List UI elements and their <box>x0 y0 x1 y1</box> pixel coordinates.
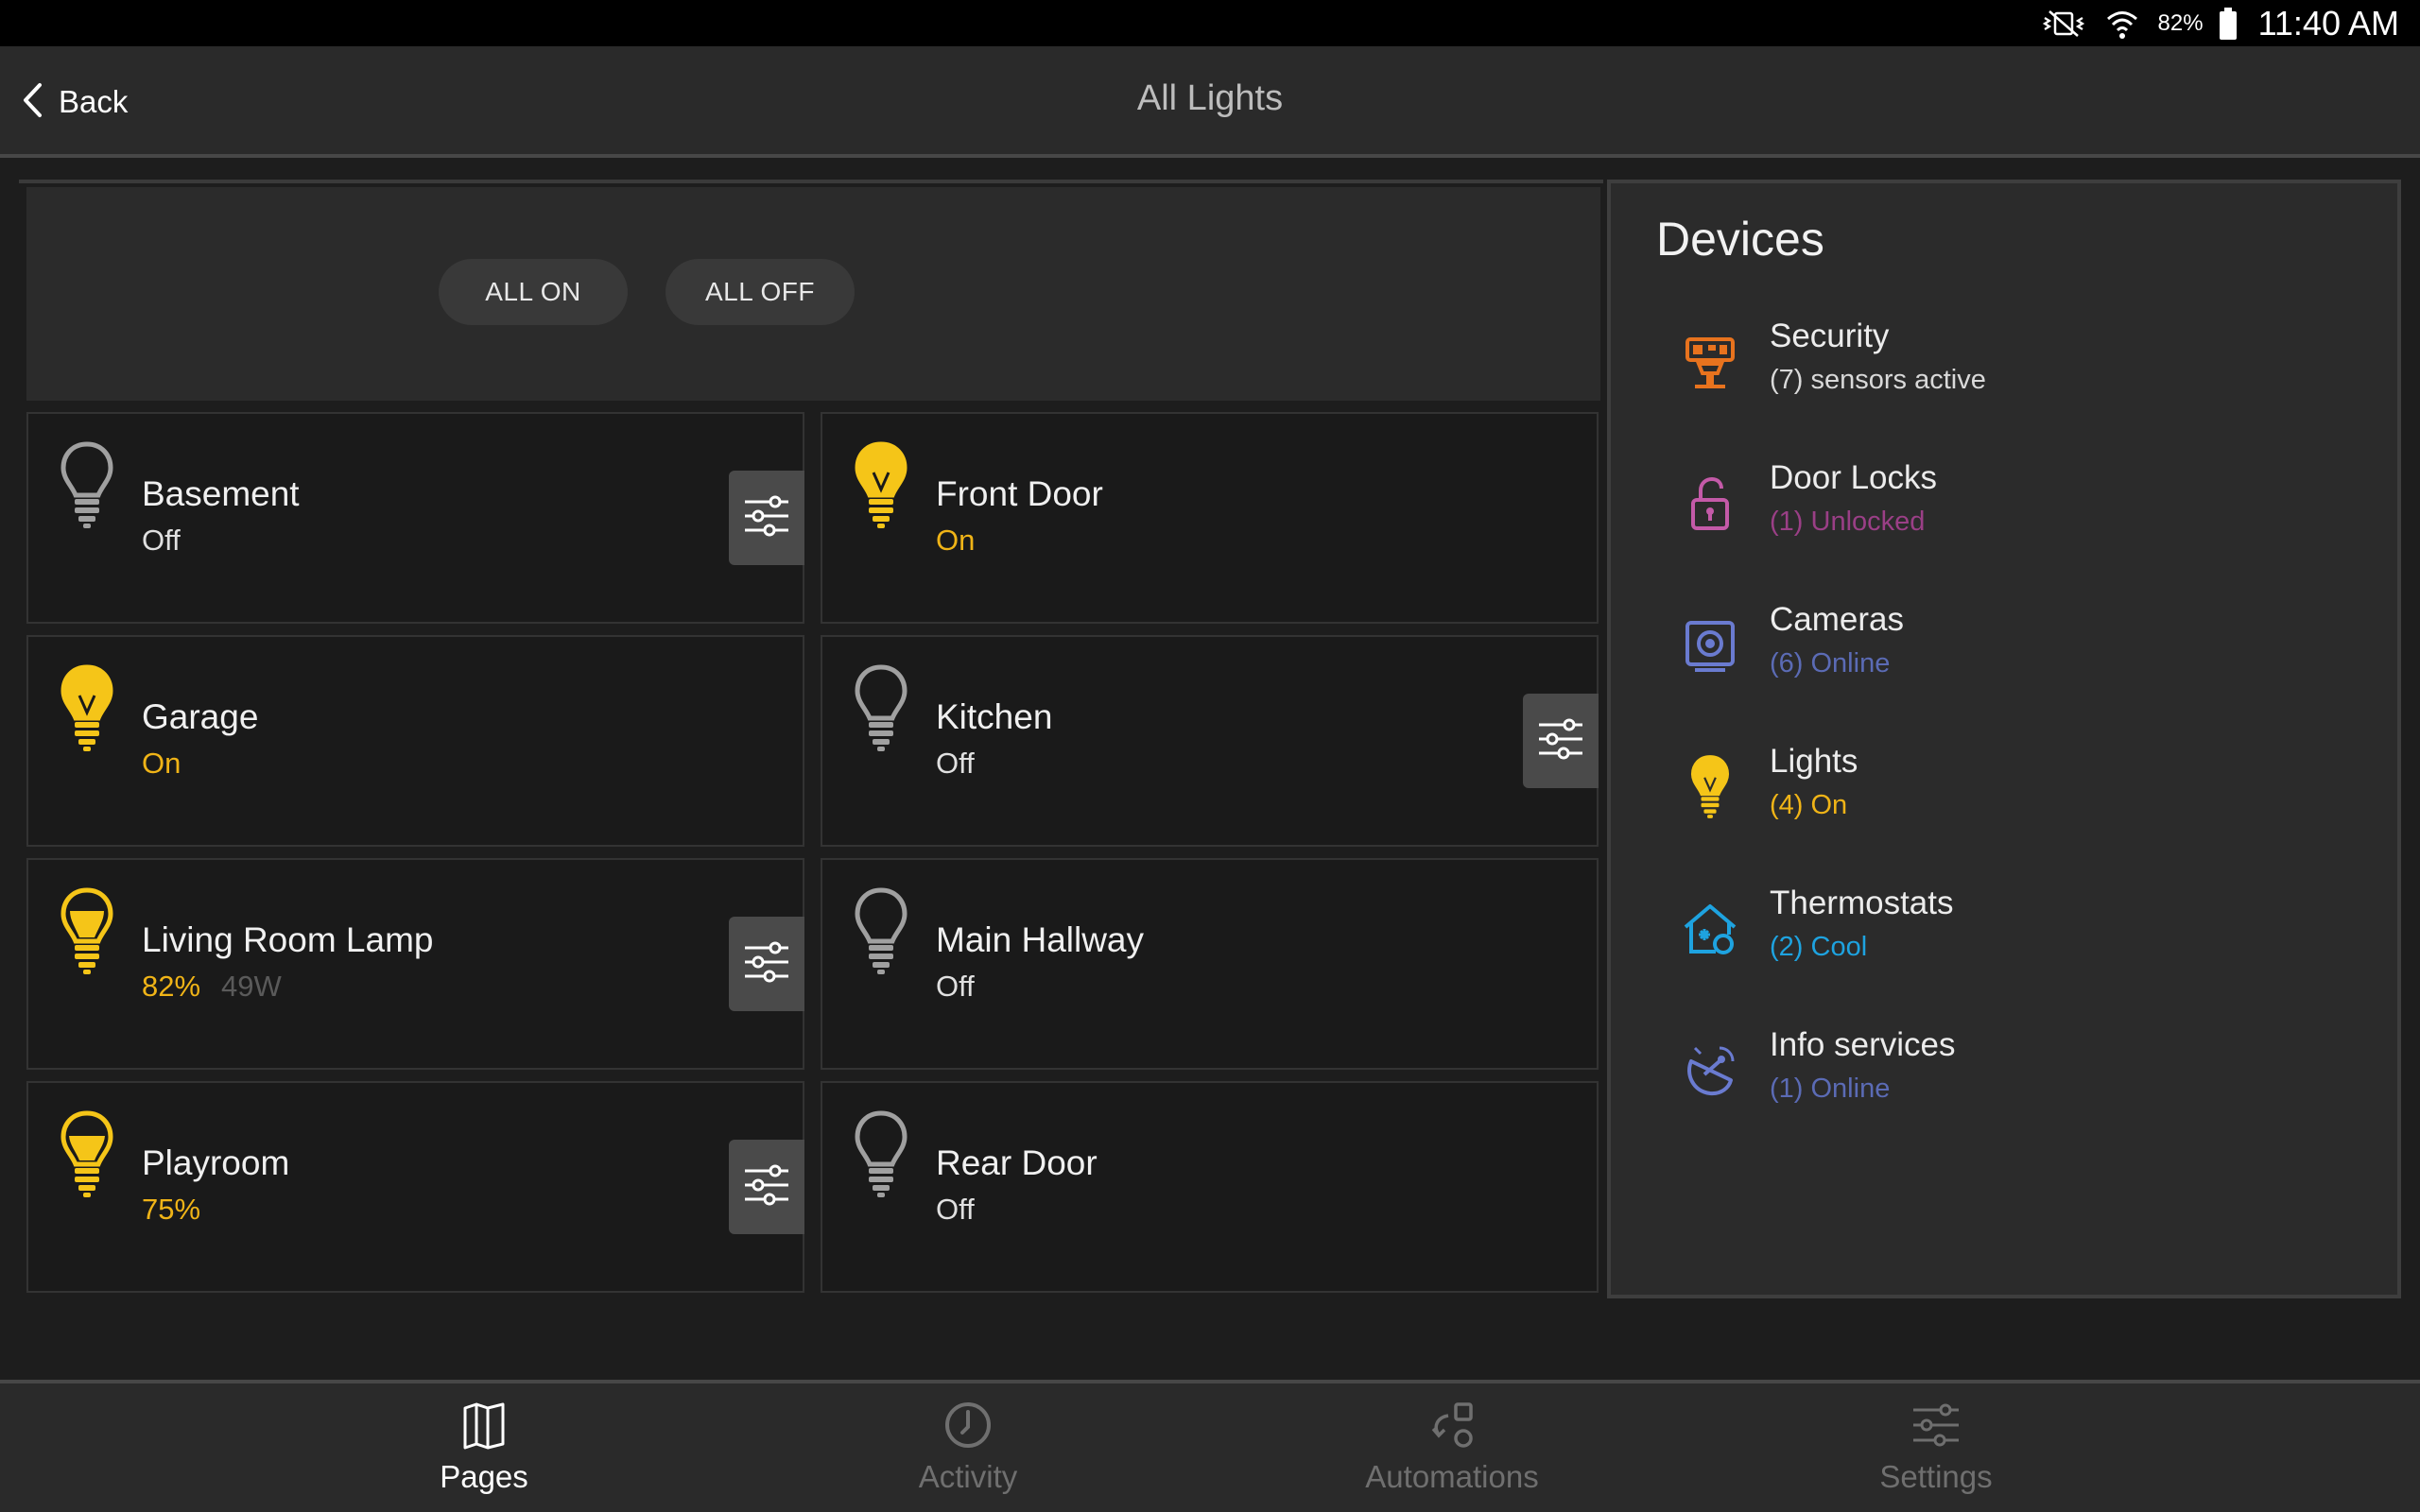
camera-icon <box>1677 612 1743 679</box>
device-name: Info services <box>1770 1026 1956 1063</box>
light-state: Off <box>142 524 181 557</box>
device-status: (4) On <box>1770 790 1848 820</box>
device-name: Cameras <box>1770 601 1904 638</box>
all-off-button[interactable]: ALL OFF <box>666 259 855 325</box>
clock-icon <box>940 1397 996 1453</box>
battery-icon <box>2217 5 2239 43</box>
unlocked-padlock-icon <box>1677 471 1743 537</box>
light-state: 82% 49W <box>142 970 282 1004</box>
lightbulb-off-icon <box>59 440 115 531</box>
satellite-dish-icon <box>1677 1038 1743 1104</box>
sliders-icon <box>1537 715 1584 767</box>
light-settings-button[interactable] <box>729 917 804 1011</box>
device-cameras[interactable]: Cameras (6) Online <box>1677 601 2358 714</box>
security-icon <box>1677 329 1743 395</box>
lightbulb-off-icon <box>853 1109 909 1200</box>
light-wattage: 49W <box>221 970 282 1003</box>
light-state: On <box>936 524 976 557</box>
sliders-icon <box>743 492 790 544</box>
device-name: Thermostats <box>1770 885 1954 921</box>
light-name: Garage <box>142 697 259 736</box>
light-state: Off <box>936 1193 975 1226</box>
light-name: Living Room Lamp <box>142 920 434 959</box>
clock: 11:40 AM <box>2257 3 2399 43</box>
sliders-icon <box>1908 1397 1964 1453</box>
lightbulb-dimmed-icon <box>59 886 115 977</box>
light-level: 82% <box>142 970 201 1003</box>
device-status: (6) Online <box>1770 648 1891 679</box>
page-title: All Lights <box>1136 78 1284 118</box>
device-door-locks[interactable]: Door Locks (1) Unlocked <box>1677 459 2358 573</box>
lightbulb-dimmed-icon <box>59 1109 115 1200</box>
light-name: Front Door <box>936 474 1103 513</box>
light-state: Off <box>936 970 975 1003</box>
mute-vibrate-icon <box>2041 5 2086 43</box>
light-tile-rear-door[interactable]: Rear Door Off <box>821 1081 1599 1293</box>
light-name: Main Hallway <box>936 920 1145 959</box>
all-lights-controls: ALL ON ALL OFF <box>26 187 1600 401</box>
device-status: (1) Unlocked <box>1770 507 1926 537</box>
devices-panel: Devices Security (7) sensors active Door… <box>1607 180 2401 1298</box>
device-status: (7) sensors active <box>1770 365 1986 395</box>
pages-icon <box>456 1397 512 1453</box>
nav-label: Activity <box>918 1459 1018 1494</box>
light-tile-garage[interactable]: Garage On <box>26 635 804 847</box>
device-info-services[interactable]: Info services (1) Online <box>1677 1026 2358 1140</box>
device-name: Door Locks <box>1770 459 1938 496</box>
light-tile-main-hallway[interactable]: Main Hallway Off <box>821 858 1599 1070</box>
automations-icon <box>1424 1397 1480 1453</box>
light-state: 75% <box>142 1193 201 1226</box>
device-name: Lights <box>1770 743 1858 780</box>
thermostat-house-icon <box>1677 896 1743 962</box>
nav-settings[interactable]: Settings <box>1813 1397 2059 1510</box>
light-settings-button[interactable] <box>729 1140 804 1234</box>
light-tile-basement[interactable]: Basement Off <box>26 412 804 624</box>
divider <box>19 180 1603 183</box>
light-settings-button[interactable] <box>1523 694 1599 788</box>
sliders-icon <box>743 1161 790 1213</box>
light-state: On <box>142 747 182 780</box>
nav-automations[interactable]: Automations <box>1329 1397 1575 1510</box>
device-security[interactable]: Security (7) sensors active <box>1677 318 2358 431</box>
device-lights[interactable]: Lights (4) On <box>1677 743 2358 856</box>
lightbulb-off-icon <box>853 663 909 754</box>
nav-pages[interactable]: Pages <box>361 1397 607 1510</box>
nav-label: Pages <box>440 1459 528 1494</box>
light-tile-living-room-lamp[interactable]: Living Room Lamp 82% 49W <box>26 858 804 1070</box>
lightbulb-off-icon <box>853 886 909 977</box>
lightbulb-icon <box>1677 754 1743 820</box>
light-tile-front-door[interactable]: Front Door On <box>821 412 1599 624</box>
light-tile-kitchen[interactable]: Kitchen Off <box>821 635 1599 847</box>
lightbulb-on-icon <box>59 663 115 754</box>
nav-label: Automations <box>1365 1459 1539 1494</box>
light-settings-button[interactable] <box>729 471 804 565</box>
wifi-icon <box>2100 5 2145 43</box>
light-state: Off <box>936 747 975 780</box>
lightbulb-on-icon <box>853 440 909 531</box>
light-name: Rear Door <box>936 1143 1098 1182</box>
bottom-navigation: Pages Activity Automations Settings <box>0 1380 2420 1512</box>
app-header: Back All Lights <box>0 46 2420 158</box>
light-name: Basement <box>142 474 300 513</box>
nav-label: Settings <box>1879 1459 1993 1494</box>
sliders-icon <box>743 938 790 990</box>
light-name: Playroom <box>142 1143 290 1182</box>
device-status: (1) Online <box>1770 1074 1891 1104</box>
all-on-button[interactable]: ALL ON <box>439 259 628 325</box>
device-name: Security <box>1770 318 1890 354</box>
nav-activity[interactable]: Activity <box>845 1397 1091 1510</box>
light-name: Kitchen <box>936 697 1053 736</box>
device-status: (2) Cool <box>1770 932 1868 962</box>
device-thermostats[interactable]: Thermostats (2) Cool <box>1677 885 2358 998</box>
light-tile-playroom[interactable]: Playroom 75% <box>26 1081 804 1293</box>
battery-percentage: 82% <box>2157 9 2204 36</box>
status-bar: 82% 11:40 AM <box>0 0 2420 46</box>
devices-title: Devices <box>1656 213 1824 266</box>
